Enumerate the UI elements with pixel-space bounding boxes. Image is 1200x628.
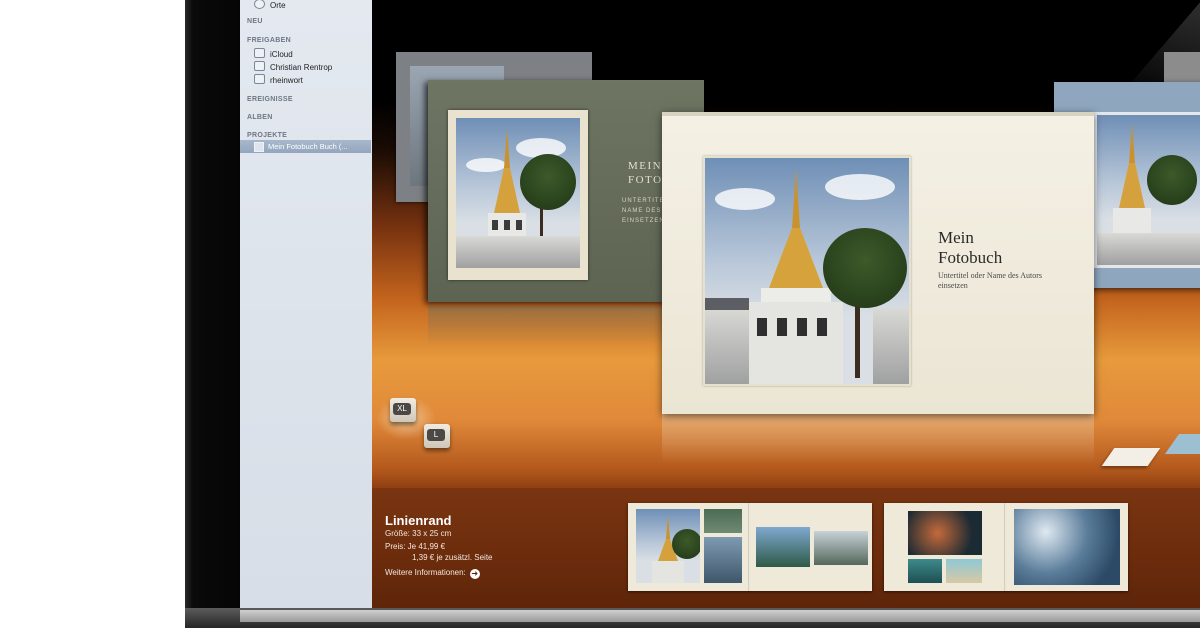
theme-extra-page-price: 1,39 € je zusätzl. Seite [412, 553, 493, 562]
more-info-link[interactable]: Weitere Informationen: ➜ [385, 568, 480, 579]
theme-info-panel: Linienrand Größe: 33 x 25 cm Preis: Je 4… [372, 488, 1200, 608]
sidebar-item-mein-fotobuch[interactable]: Mein Fotobuch Buch (... [240, 140, 371, 153]
sample-photo [908, 559, 942, 583]
sample-photo [1014, 509, 1120, 585]
sidebar-heading-projekte[interactable]: PROJEKTE [247, 132, 287, 139]
book-reflection [662, 414, 1094, 464]
theme-name: Linienrand [385, 513, 452, 528]
theme-tile[interactable] [1164, 434, 1200, 454]
sidebar-heading-neu[interactable]: NEU [247, 18, 263, 25]
cover-subtitle: Untertitel oder Name des Autors einsetze… [938, 271, 1042, 290]
temple-photo [1094, 112, 1200, 268]
size-l-button[interactable]: L [424, 424, 450, 448]
globe-icon [254, 0, 265, 9]
window-bottom-bar [185, 608, 1200, 628]
page-background [0, 0, 185, 628]
sidebar-item-rheinwort[interactable]: rheinwort [254, 74, 303, 85]
arrow-right-icon[interactable]: ➜ [469, 569, 480, 579]
cloud-icon [254, 48, 265, 58]
theme-tile[interactable] [1101, 448, 1161, 466]
book-icon [254, 142, 264, 152]
sidebar-item-icloud[interactable]: iCloud [254, 48, 293, 59]
temple-photo [703, 156, 911, 386]
size-xl-button[interactable]: XL [390, 398, 416, 422]
sample-photo [636, 509, 700, 583]
book-stage: MEIN FOTOBUCH UNTERTITEL ODER NAME DES A… [372, 0, 1200, 488]
sample-spread[interactable] [884, 503, 1128, 591]
sample-photo [814, 531, 868, 565]
sidebar-heading-alben[interactable]: ALBEN [247, 114, 273, 121]
sample-photo [704, 537, 742, 583]
theme-size: Größe: 33 x 25 cm [385, 529, 452, 538]
toolbar [240, 610, 1200, 622]
photo-frame [448, 110, 588, 280]
theme-price: Preis: Je 41,99 € [385, 542, 446, 551]
user-icon [254, 61, 265, 71]
cover-title-line1: MEIN [628, 160, 663, 172]
sample-spread[interactable] [628, 503, 872, 591]
sample-photo [704, 509, 742, 533]
sample-photo [908, 511, 982, 555]
sample-photo [756, 527, 810, 567]
temple-photo [456, 118, 580, 268]
book-cover-main[interactable]: Mein Fotobuch Untertitel oder Name des A… [662, 112, 1094, 414]
sidebar-item-christian-rentrop[interactable]: Christian Rentrop [254, 61, 332, 72]
monitor-bezel [185, 0, 240, 628]
sample-photo [946, 559, 982, 583]
cover-title-line1: Mein [938, 228, 974, 247]
sidebar-heading-ereignisse[interactable]: EREIGNISSE [247, 96, 293, 103]
sidebar: Orte NEU FREIGABEN iCloud Christian Rent… [240, 0, 373, 608]
share-icon [254, 74, 265, 84]
cover-title-line2: Fotobuch [938, 248, 1003, 267]
sidebar-item-orte[interactable]: Orte [254, 0, 286, 10]
sidebar-heading-freigaben[interactable]: FREIGABEN [247, 37, 291, 44]
